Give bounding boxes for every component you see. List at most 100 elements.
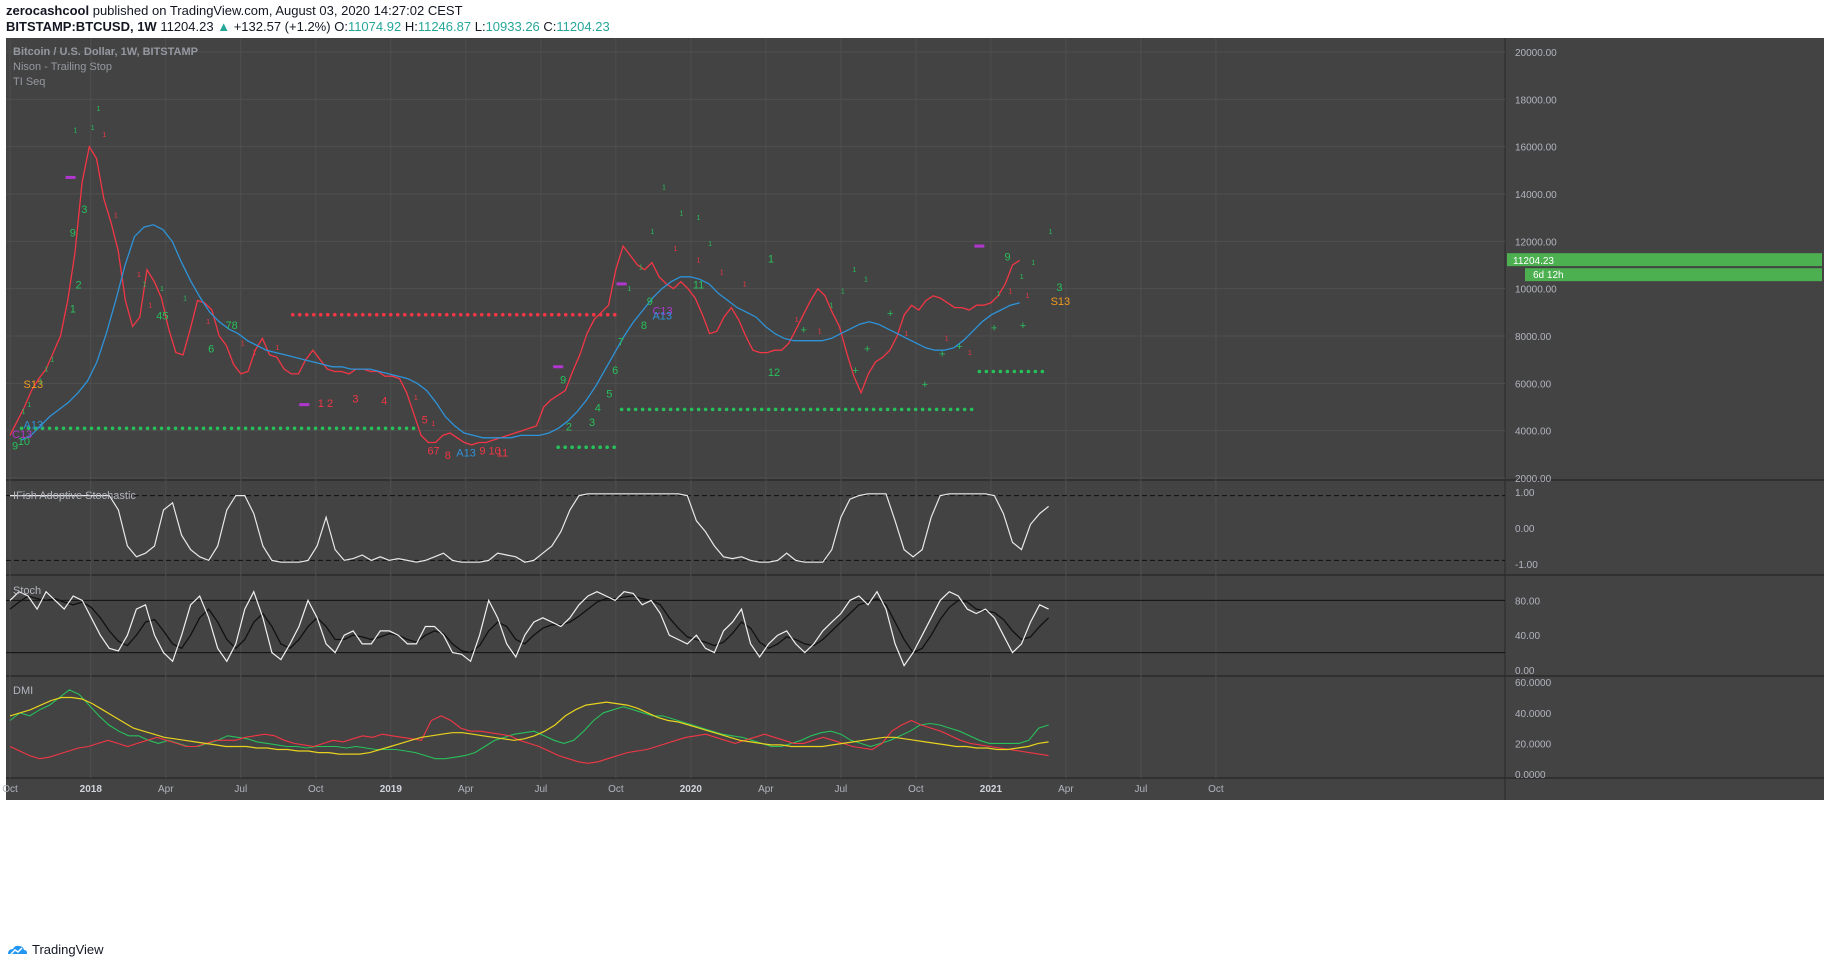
resistance-dot (612, 312, 617, 317)
legend-title: Bitcoin / U.S. Dollar, 1W, BITSTAMP (13, 46, 198, 58)
support-dot (633, 407, 638, 412)
time-axis-label: Oct (608, 784, 624, 795)
support-dot (906, 407, 911, 412)
count-digit: 1 (864, 277, 868, 284)
time-axis-background (6, 778, 1505, 800)
tradingview-logo[interactable]: TradingView (6, 942, 104, 957)
resistance-dot (479, 312, 484, 317)
count-digit: 1 (73, 127, 77, 134)
support-dot (605, 445, 609, 450)
support-dot (299, 426, 304, 431)
count-digit: 1 (697, 215, 701, 222)
sequence-label: A13 (456, 448, 476, 460)
sequence-label: 4 (595, 403, 601, 415)
support-dot (278, 426, 283, 431)
resistance-dot (332, 312, 337, 317)
count-digit: 1 (662, 184, 666, 191)
time-axis-label: Jul (234, 784, 247, 795)
count-digit: 1 (650, 229, 654, 236)
count-digit: 1 (720, 269, 724, 276)
count-digit: 1 (1031, 260, 1035, 267)
last-price-badge (1507, 253, 1822, 267)
support-dot (878, 407, 883, 412)
countdown-badge (1525, 268, 1822, 282)
count-digit: 1 (414, 395, 418, 402)
time-axis-label: Jul (534, 784, 547, 795)
count-digit: 1 (1020, 274, 1024, 281)
price-axis-label: 12000.00 (1515, 237, 1557, 248)
count-digit: 1 (997, 291, 1001, 298)
support-dot (285, 426, 290, 431)
resistance-dot (395, 312, 400, 317)
sequence-label: 3 (81, 204, 87, 216)
support-dot (977, 369, 982, 374)
resistance-dot (346, 312, 351, 317)
time-axis-label: Jul (1135, 784, 1148, 795)
chart-canvas[interactable]: Oct 2018 Apr Jul Oct 2019 Apr Jul Oct 2020 Apr Jul O… (0, 0, 1828, 940)
count-digit: 1 (22, 409, 26, 416)
support-dot (82, 426, 87, 431)
purple-marker (616, 282, 627, 286)
sequence-label: 10 (18, 436, 30, 448)
resistance-dot (374, 312, 379, 317)
resistance-dot (318, 312, 323, 317)
sequence-label: 2 (75, 280, 81, 292)
support-dot (752, 407, 757, 412)
sequence-label: 9 (1004, 251, 1010, 263)
support-dot (689, 407, 694, 412)
count-digit: 1 (143, 281, 147, 288)
support-dot (703, 407, 708, 412)
support-dot (759, 407, 764, 412)
count-digit: 1 (39, 378, 43, 385)
count-digit: 1 (137, 272, 141, 279)
price-axis-label: 2000.00 (1515, 474, 1552, 485)
support-dot (369, 426, 374, 431)
count-digit: 1 (945, 336, 949, 343)
price-axis-label: 6000.00 (1515, 379, 1552, 390)
dmi-axis-label: 20.0000 (1515, 739, 1552, 750)
support-dot (229, 426, 234, 431)
time-axis-label: Apr (758, 784, 774, 795)
count-digit: 1 (1026, 293, 1030, 300)
count-digit: 1 (697, 258, 701, 265)
sequence-label: 5 (422, 415, 428, 427)
count-digit: 1 (91, 125, 95, 132)
support-dot (766, 407, 771, 412)
count-digit: 1 (252, 350, 256, 357)
support-dot (1019, 369, 1024, 374)
count-digit: 1 (275, 345, 279, 352)
support-dot (556, 445, 560, 450)
support-dot (1026, 369, 1031, 374)
support-dot (619, 407, 624, 412)
resistance-dot (416, 312, 421, 317)
support-dot (598, 445, 602, 450)
support-dot (341, 426, 346, 431)
count-digit: 1 (241, 340, 245, 347)
support-dot (787, 407, 792, 412)
support-dot (871, 407, 876, 412)
count-digit: 1 (904, 331, 908, 338)
resistance-dot (430, 312, 435, 317)
resistance-dot (528, 312, 533, 317)
support-dot (1033, 369, 1038, 374)
support-dot (885, 407, 890, 412)
support-dot (998, 369, 1003, 374)
support-dot (955, 407, 960, 412)
time-axis-label: 2021 (980, 784, 1003, 795)
count-digit: 1 (627, 286, 631, 293)
count-digit: 1 (743, 281, 747, 288)
support-dot (89, 426, 94, 431)
plus-marker: + (852, 365, 858, 377)
resistance-dot (577, 312, 582, 317)
support-dot (47, 426, 52, 431)
support-dot (131, 426, 136, 431)
resistance-dot (500, 312, 505, 317)
price-axis-label: 14000.00 (1515, 190, 1557, 201)
support-dot (75, 426, 80, 431)
resistance-dot (423, 312, 428, 317)
count-digit: 1 (679, 210, 683, 217)
support-dot (570, 445, 574, 450)
resistance-dot (465, 312, 470, 317)
support-dot (117, 426, 122, 431)
support-dot (794, 407, 799, 412)
